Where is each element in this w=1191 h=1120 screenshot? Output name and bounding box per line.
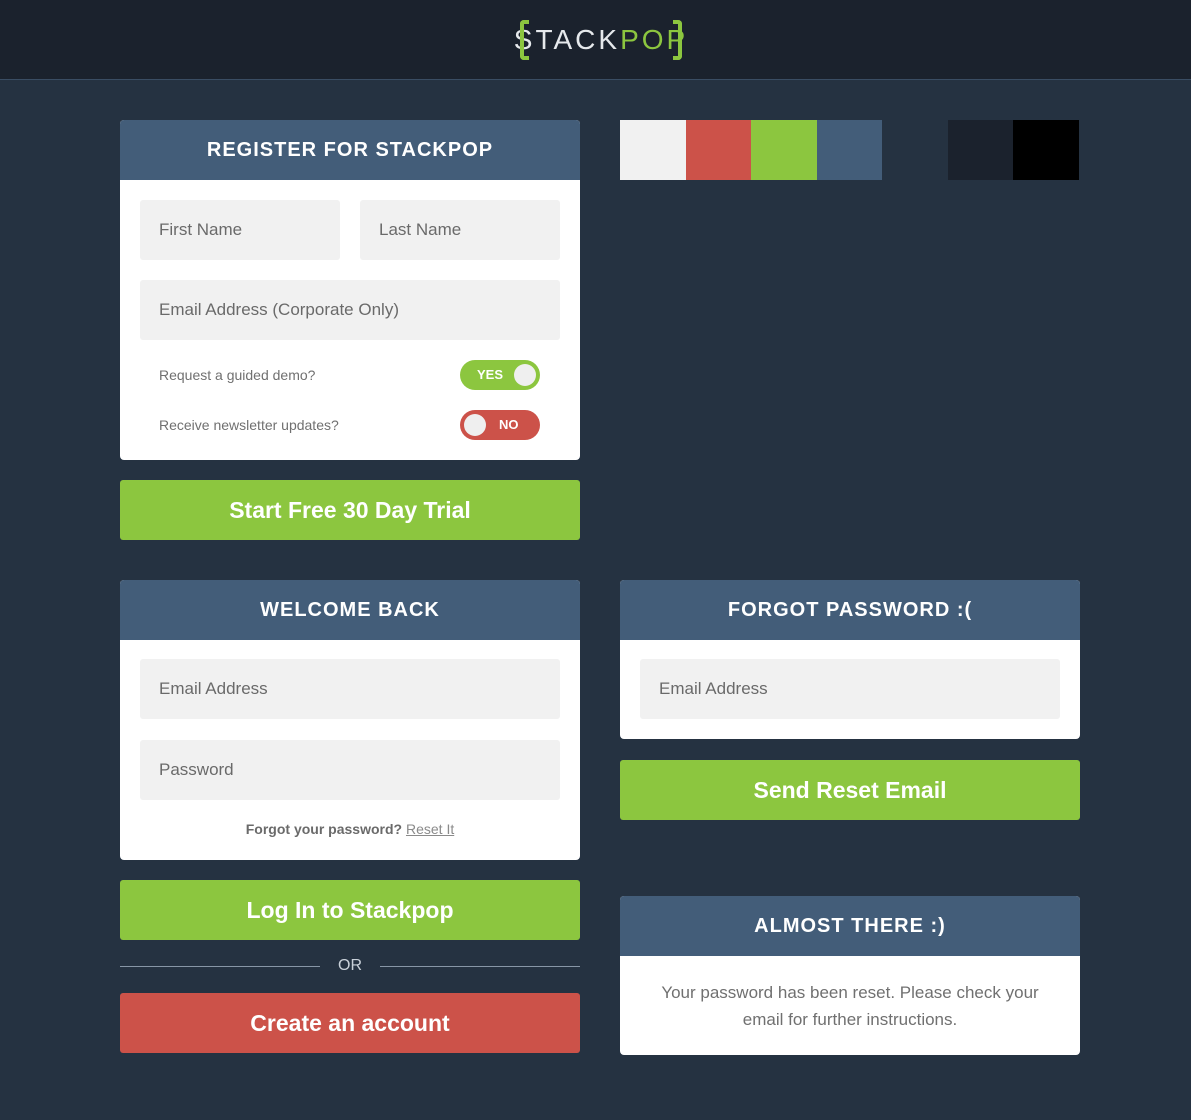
login-card: WELCOME BACK Forgot your password? Reset… (120, 580, 580, 860)
reset-confirmation-message: Your password has been reset. Please che… (661, 983, 1039, 1029)
almost-there-card: ALMOST THERE :) Your password has been r… (620, 896, 1080, 1055)
forgot-password-row: Forgot your password? Reset It (120, 821, 580, 837)
palette-swatch-red (686, 120, 752, 180)
login-title: WELCOME BACK (120, 580, 580, 640)
or-label: OR (338, 957, 362, 974)
toggle-knob (514, 364, 536, 386)
logo-word-stack: STACK (513, 24, 621, 55)
login-button[interactable]: Log In to Stackpop (120, 880, 580, 940)
reset-email-input[interactable] (640, 659, 1060, 719)
logo-bracket-right-icon (673, 20, 682, 60)
newsletter-label: Receive newsletter updates? (159, 417, 339, 433)
create-account-button[interactable]: Create an account (120, 993, 580, 1053)
palette-swatch-background (882, 120, 948, 180)
stackpop-logo[interactable]: STACK POP (514, 20, 685, 60)
first-name-input[interactable] (140, 200, 340, 260)
palette-swatch-light (620, 120, 686, 180)
register-title: REGISTER FOR STACKPOP (120, 120, 580, 180)
send-reset-email-button[interactable]: Send Reset Email (620, 760, 1080, 820)
last-name-input[interactable] (360, 200, 560, 260)
palette-swatch-blue (817, 120, 883, 180)
toggle-knob (464, 414, 486, 436)
demo-toggle[interactable]: YES (460, 360, 540, 390)
forgot-password-prompt: Forgot your password? (245, 821, 403, 837)
register-card: REGISTER FOR STACKPOP Request a guided d… (120, 120, 580, 460)
or-divider-right (380, 966, 580, 967)
newsletter-toggle[interactable]: NO (460, 410, 540, 440)
demo-toggle-text: YES (477, 367, 504, 382)
palette-swatch-black (1013, 120, 1079, 180)
newsletter-toggle-text: NO (499, 417, 519, 432)
top-bar: STACK POP (0, 0, 1191, 80)
or-divider-left (120, 966, 320, 967)
login-email-input[interactable] (140, 659, 560, 719)
corporate-email-input[interactable] (140, 280, 560, 340)
palette-swatch-green (751, 120, 817, 180)
logo-bracket-left-icon (520, 20, 529, 60)
login-password-input[interactable] (140, 740, 560, 800)
forgot-password-card: FORGOT PASSWORD :( (620, 580, 1080, 739)
start-trial-button[interactable]: Start Free 30 Day Trial (120, 480, 580, 540)
almost-there-title: ALMOST THERE :) (620, 896, 1080, 956)
reset-it-link[interactable]: Reset It (406, 821, 454, 837)
demo-label: Request a guided demo? (159, 367, 316, 383)
forgot-password-title: FORGOT PASSWORD :( (620, 580, 1080, 640)
palette-swatch-dark (948, 120, 1014, 180)
